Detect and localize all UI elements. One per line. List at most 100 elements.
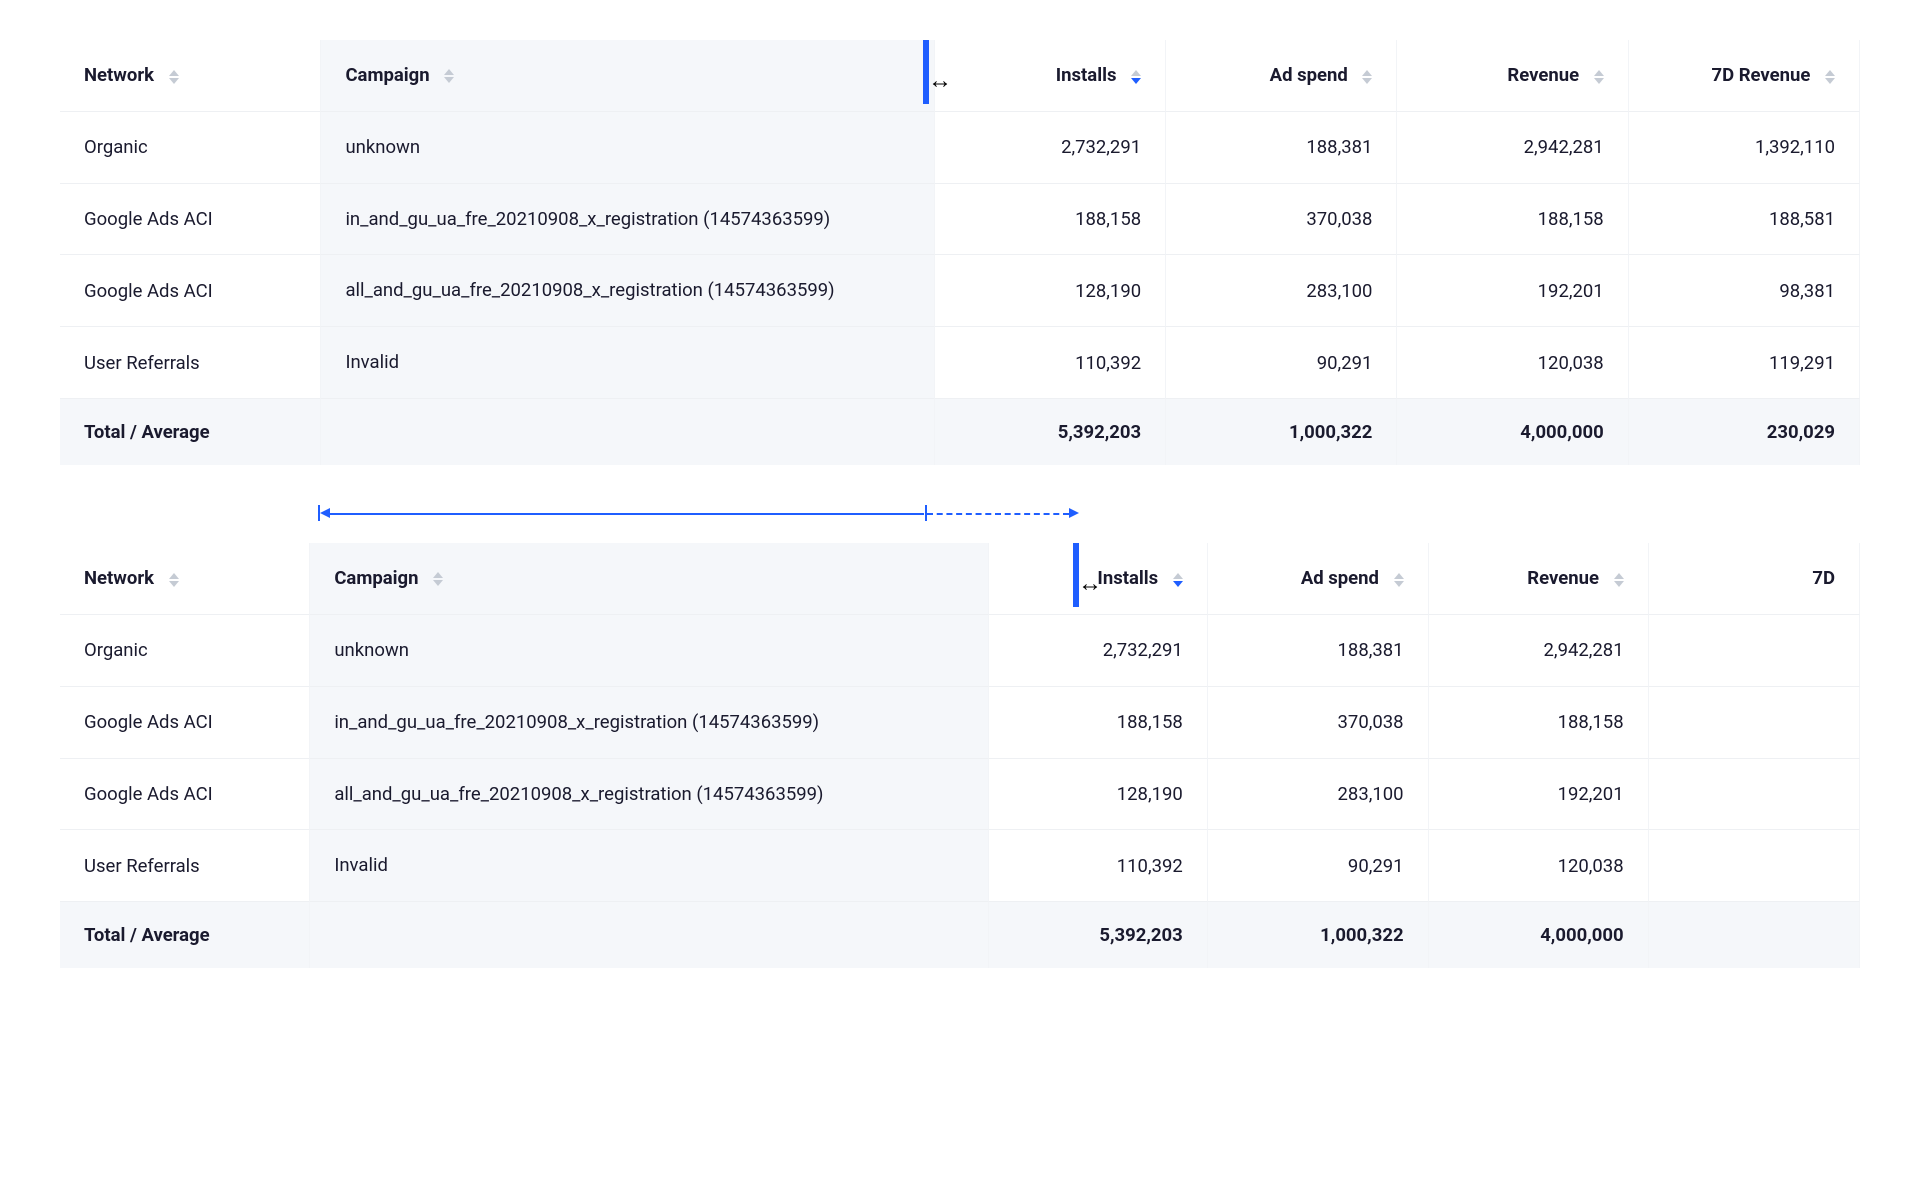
column-width-indicator [60, 483, 1860, 543]
cell-7drevenue: 1,392,110 [1629, 112, 1860, 184]
totals-label: Total / Average [60, 399, 321, 465]
totals-7drevenue: 230,029 [1629, 399, 1860, 465]
col-label: Campaign [334, 567, 418, 589]
table-row[interactable]: Google Ads ACI in_and_gu_ua_fre_20210908… [60, 687, 1860, 759]
cell-adspend: 370,038 [1208, 687, 1429, 759]
totals-campaign [310, 902, 989, 968]
sort-icon[interactable] [1362, 70, 1372, 84]
totals-row: Total / Average 5,392,203 1,000,322 4,00… [60, 902, 1860, 968]
cell-adspend: 90,291 [1208, 830, 1429, 902]
table-row[interactable]: Google Ads ACI in_and_gu_ua_fre_20210908… [60, 184, 1860, 256]
cell-adspend: 188,381 [1166, 112, 1397, 184]
cell-campaign: unknown [321, 112, 934, 184]
col-header-7d-revenue[interactable]: 7D Revenue [1629, 40, 1860, 112]
cell-installs: 110,392 [935, 327, 1166, 399]
cell-revenue: 188,158 [1429, 687, 1649, 759]
cell-revenue: 120,038 [1429, 830, 1649, 902]
totals-adspend: 1,000,322 [1208, 902, 1429, 968]
col-label: Ad spend [1301, 567, 1379, 589]
cell-network: User Referrals [60, 830, 310, 902]
totals-adspend: 1,000,322 [1166, 399, 1397, 465]
table-row[interactable]: Organic unknown 2,732,291 188,381 2,942,… [60, 615, 1860, 687]
col-header-adspend[interactable]: Ad spend [1166, 40, 1397, 112]
col-header-network[interactable]: Network [60, 543, 310, 615]
col-label: Revenue [1507, 64, 1579, 86]
cell-7drevenue: 119,291 [1629, 327, 1860, 399]
cell-campaign: in_and_gu_ua_fre_20210908_x_registration… [310, 687, 989, 759]
sort-icon[interactable] [1394, 573, 1404, 587]
sort-icon[interactable] [1173, 573, 1183, 587]
col-header-adspend[interactable]: Ad spend [1208, 543, 1429, 615]
cell-revenue: 120,038 [1397, 327, 1628, 399]
cell-installs: 188,158 [989, 687, 1208, 759]
cell-revenue: 188,158 [1397, 184, 1628, 256]
cell-7drevenue: 188,581 [1629, 184, 1860, 256]
totals-installs: 5,392,203 [935, 399, 1166, 465]
cell-network: Organic [60, 112, 321, 184]
cell-campaign: unknown [310, 615, 989, 687]
cell-adspend: 283,100 [1166, 255, 1397, 327]
sort-icon[interactable] [1131, 70, 1141, 84]
cell-adspend: 90,291 [1166, 327, 1397, 399]
table-row[interactable]: Google Ads ACI all_and_gu_ua_fre_2021090… [60, 255, 1860, 327]
cell-installs: 128,190 [989, 759, 1208, 831]
col-header-installs[interactable]: Installs [935, 40, 1166, 112]
cell-installs: 2,732,291 [935, 112, 1166, 184]
cell-network: Google Ads ACI [60, 255, 321, 327]
table-header: Network Campaign Installs Ad spend Reven… [60, 40, 1860, 112]
sort-icon[interactable] [169, 573, 179, 587]
cell-7drevenue [1649, 615, 1860, 687]
col-label: Installs [1097, 567, 1158, 589]
col-label: 7D [1812, 567, 1835, 589]
cell-installs: 110,392 [989, 830, 1208, 902]
col-header-campaign[interactable]: Campaign [321, 40, 934, 112]
totals-revenue: 4,000,000 [1397, 399, 1628, 465]
cell-adspend: 370,038 [1166, 184, 1397, 256]
cell-revenue: 2,942,281 [1429, 615, 1649, 687]
cell-installs: 188,158 [935, 184, 1166, 256]
cell-7drevenue [1649, 687, 1860, 759]
cell-network: Google Ads ACI [60, 687, 310, 759]
cell-revenue: 2,942,281 [1397, 112, 1628, 184]
cell-network: Google Ads ACI [60, 184, 321, 256]
totals-row: Total / Average 5,392,203 1,000,322 4,00… [60, 399, 1860, 465]
col-label: Network [84, 567, 154, 589]
resize-cursor-icon: ↔ [928, 66, 952, 95]
sort-icon[interactable] [433, 572, 443, 586]
cell-7drevenue [1649, 830, 1860, 902]
col-label: 7D Revenue [1711, 64, 1810, 86]
cell-adspend: 283,100 [1208, 759, 1429, 831]
sort-icon[interactable] [169, 70, 179, 84]
cell-network: Organic [60, 615, 310, 687]
cell-campaign: in_and_gu_ua_fre_20210908_x_registration… [321, 184, 934, 256]
col-header-network[interactable]: Network [60, 40, 321, 112]
table-row[interactable]: Organic unknown 2,732,291 188,381 2,942,… [60, 112, 1860, 184]
cell-network: Google Ads ACI [60, 759, 310, 831]
cell-installs: 2,732,291 [989, 615, 1208, 687]
cell-revenue: 192,201 [1397, 255, 1628, 327]
col-header-revenue[interactable]: Revenue [1397, 40, 1628, 112]
totals-installs: 5,392,203 [989, 902, 1208, 968]
table-row[interactable]: Google Ads ACI all_and_gu_ua_fre_2021090… [60, 759, 1860, 831]
table-row[interactable]: User Referrals Invalid 110,392 90,291 12… [60, 830, 1860, 902]
sort-icon[interactable] [1594, 70, 1604, 84]
cell-7drevenue [1649, 759, 1860, 831]
sort-icon[interactable] [444, 69, 454, 83]
col-label: Network [84, 64, 154, 86]
col-label: Revenue [1527, 567, 1599, 589]
sort-icon[interactable] [1825, 70, 1835, 84]
report-table-after: ↔ Network Campaign Installs [60, 543, 1860, 968]
cell-installs: 128,190 [935, 255, 1166, 327]
totals-revenue: 4,000,000 [1429, 902, 1649, 968]
col-label: Campaign [345, 64, 429, 86]
col-header-campaign[interactable]: Campaign [310, 543, 989, 615]
report-table-before: ↔ Network Campaign Installs [60, 40, 1860, 465]
cell-campaign: Invalid [310, 830, 989, 902]
totals-label: Total / Average [60, 902, 310, 968]
cell-adspend: 188,381 [1208, 615, 1429, 687]
col-header-7d-revenue[interactable]: 7D [1649, 543, 1860, 615]
totals-campaign [321, 399, 934, 465]
col-header-revenue[interactable]: Revenue [1429, 543, 1649, 615]
sort-icon[interactable] [1614, 573, 1624, 587]
table-row[interactable]: User Referrals Invalid 110,392 90,291 12… [60, 327, 1860, 399]
